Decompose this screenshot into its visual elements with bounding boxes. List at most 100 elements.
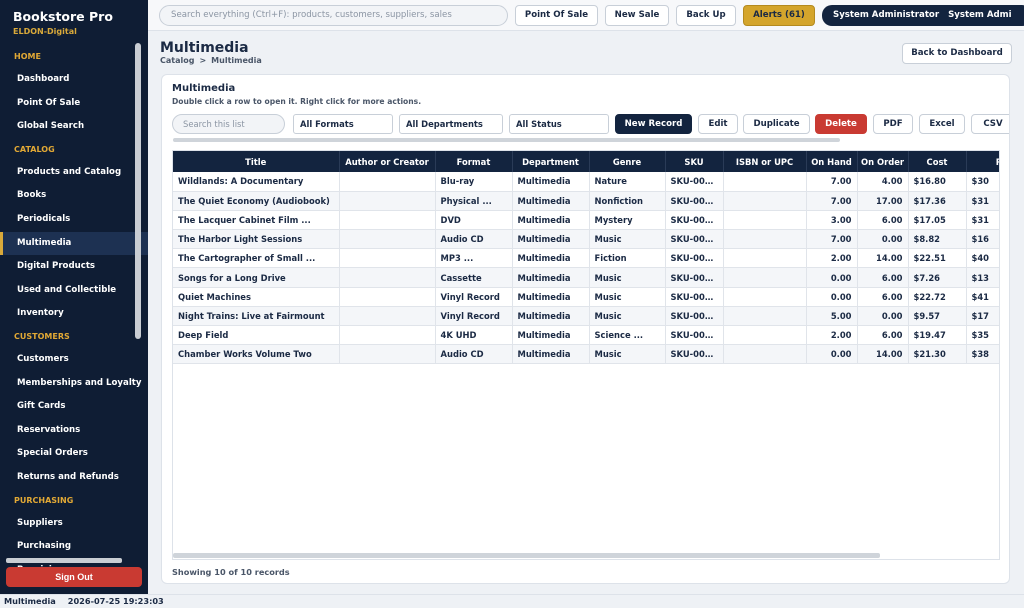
table-cell: 14.00: [857, 344, 909, 365]
table-row[interactable]: Quiet Machines Vinyl Record Multimedia Musi…: [173, 287, 999, 307]
column-header-format[interactable]: Format: [435, 151, 513, 172]
table-cell: 6.00: [857, 287, 909, 307]
table-cell: [723, 248, 807, 269]
sidebar-item-multimedia[interactable]: Multimedia: [0, 231, 148, 256]
table-cell: The Quiet Economy (Audiobook): [173, 191, 340, 211]
table-cell: 6.00: [857, 325, 909, 346]
table-cell: Nature: [589, 172, 666, 192]
sign-out-button[interactable]: Sign Out: [6, 567, 142, 587]
user-menu[interactable]: System Administrator System Admi: [822, 5, 1024, 26]
table-cell: SKU-00060: [665, 229, 724, 250]
sidebar-horizontal-scrollbar[interactable]: [6, 558, 122, 563]
excel-export-button[interactable]: Excel: [919, 114, 965, 134]
alerts-button[interactable]: Alerts (61): [743, 5, 815, 26]
column-header-isbn-or-upc[interactable]: ISBN or UPC: [723, 151, 807, 172]
new-sale-button[interactable]: New Sale: [605, 5, 669, 26]
sidebar-item-customers[interactable]: Customers: [0, 348, 148, 372]
table-row[interactable]: The Lacquer Cabinet Film ... DVD Multimedi…: [173, 210, 999, 231]
table-cell: 4K UHD: [435, 325, 513, 346]
sidebar-item-products-and-catalog[interactable]: Products and Catalog: [0, 161, 148, 185]
table-cell: $13: [966, 267, 999, 288]
table-cell: 0.00: [857, 229, 909, 250]
sidebar-scrollbar[interactable]: [135, 43, 141, 339]
column-header-on-hand[interactable]: On Hand: [806, 151, 858, 172]
table-row[interactable]: Songs for a Long Drive Cassette Multimedia…: [173, 267, 999, 288]
table-cell: 4.00: [857, 172, 909, 192]
duplicate-button[interactable]: Duplicate: [743, 114, 810, 134]
breadcrumb-catalog[interactable]: Catalog: [160, 56, 194, 65]
sidebar-item-suppliers[interactable]: Suppliers: [0, 512, 148, 536]
sidebar-item-periodicals[interactable]: Periodicals: [0, 208, 148, 232]
column-header-title[interactable]: Title: [173, 151, 340, 172]
back-up-button[interactable]: Back Up: [676, 5, 736, 26]
column-header-cost[interactable]: Cost: [908, 151, 967, 172]
sidebar-item-dashboard[interactable]: Dashboard: [0, 68, 148, 92]
table-cell: [723, 325, 807, 346]
table-cell: SKU-00063: [665, 344, 724, 365]
column-header-sku[interactable]: SKU: [665, 151, 724, 172]
sidebar-item-purchasing[interactable]: Purchasing: [0, 535, 148, 559]
table-cell: 3.00: [806, 210, 858, 231]
new-record-button[interactable]: New Record: [615, 114, 692, 134]
sidebar-item-gift-cards[interactable]: Gift Cards: [0, 395, 148, 419]
table-cell: $40: [966, 248, 999, 269]
table-top-scrollbar[interactable]: [173, 138, 840, 142]
csv-export-button[interactable]: CSV: [971, 114, 1009, 134]
sidebar-item-point-of-sale[interactable]: Point Of Sale: [0, 92, 148, 116]
table-row[interactable]: The Harbor Light Sessions Audio CD Multime…: [173, 229, 999, 250]
table-bottom-scrollbar[interactable]: [173, 553, 880, 558]
table-row[interactable]: The Quiet Economy (Audiobook) Physical ..…: [173, 191, 999, 211]
table-cell: 7.00: [806, 191, 858, 211]
global-search-input[interactable]: Search everything (Ctrl+F): products, cu…: [159, 5, 508, 26]
delete-button[interactable]: Delete: [815, 114, 867, 134]
sidebar-nav: HOME Dashboard Point Of Sale Global Search C…: [0, 46, 148, 582]
table-cell: $35: [966, 325, 999, 346]
table-cell: 0.00: [806, 267, 858, 288]
sidebar-item-special-orders[interactable]: Special Orders: [0, 442, 148, 466]
format-filter-select[interactable]: All Formats: [293, 114, 393, 134]
sidebar-item-reservations[interactable]: Reservations: [0, 419, 148, 443]
table-body: Wildlands: A Documentary Blu-ray Multimedi…: [173, 172, 999, 365]
column-header-retail[interactable]: Retail: [966, 151, 999, 172]
table-row[interactable]: Night Trains: Live at Fairmount Vinyl Rec…: [173, 306, 999, 327]
table-row[interactable]: Chamber Works Volume Two Audio CD Multimed…: [173, 344, 999, 365]
column-header-department[interactable]: Department: [512, 151, 590, 172]
page-title: Multimedia: [160, 40, 249, 56]
edit-button[interactable]: Edit: [698, 114, 738, 134]
table-cell: $22.51: [908, 248, 967, 269]
nav-section-purchasing: PURCHASING: [14, 495, 74, 505]
sidebar-item-used-and-collectible[interactable]: Used and Collectible: [0, 279, 148, 303]
table-cell: The Harbor Light Sessions: [173, 229, 340, 250]
pdf-export-button[interactable]: PDF: [873, 114, 913, 134]
table-cell: $31: [966, 210, 999, 231]
department-filter-select[interactable]: All Departments: [399, 114, 503, 134]
table-cell: The Cartographer of Small ...: [173, 248, 340, 269]
table-row[interactable]: Deep Field 4K UHD Multimedia Science ... SKU…: [173, 325, 999, 346]
column-header-on-order[interactable]: On Order: [857, 151, 909, 172]
sidebar-item-inventory[interactable]: Inventory: [0, 302, 148, 326]
table-cell: $31: [966, 191, 999, 211]
table-cell: SKU-00061: [665, 306, 724, 327]
sidebar-item-memberships-and-loyalty[interactable]: Memberships and Loyalty: [0, 372, 148, 396]
status-filter-select[interactable]: All Status: [509, 114, 609, 134]
back-to-dashboard-button[interactable]: Back to Dashboard: [902, 43, 1012, 64]
point-of-sale-button[interactable]: Point Of Sale: [515, 5, 598, 26]
table-cell: 7.00: [806, 229, 858, 250]
records-table: Title Author or Creator Format Department Ge…: [173, 151, 999, 365]
table-cell: Fiction: [589, 248, 666, 269]
list-search-input[interactable]: Search this list: [172, 114, 285, 134]
table-cell: Multimedia: [512, 287, 590, 307]
sidebar-item-returns-and-refunds[interactable]: Returns and Refunds: [0, 466, 148, 490]
nav-section-catalog: CATALOG: [14, 144, 55, 154]
sidebar-item-global-search[interactable]: Global Search: [0, 115, 148, 139]
table-header-row: Title Author or Creator Format Department Ge…: [173, 151, 999, 172]
table-cell: Multimedia: [512, 344, 590, 365]
column-header-genre[interactable]: Genre: [589, 151, 666, 172]
column-header-author-or-creator[interactable]: Author or Creator: [339, 151, 436, 172]
table-cell: $19.47: [908, 325, 967, 346]
sidebar-item-books[interactable]: Books: [0, 184, 148, 208]
sidebar-item-digital-products[interactable]: Digital Products: [0, 255, 148, 279]
table-row[interactable]: Wildlands: A Documentary Blu-ray Multimedi…: [173, 172, 999, 192]
table-row[interactable]: The Cartographer of Small ... MP3 ... Mult…: [173, 248, 999, 269]
table-cell: [723, 306, 807, 327]
